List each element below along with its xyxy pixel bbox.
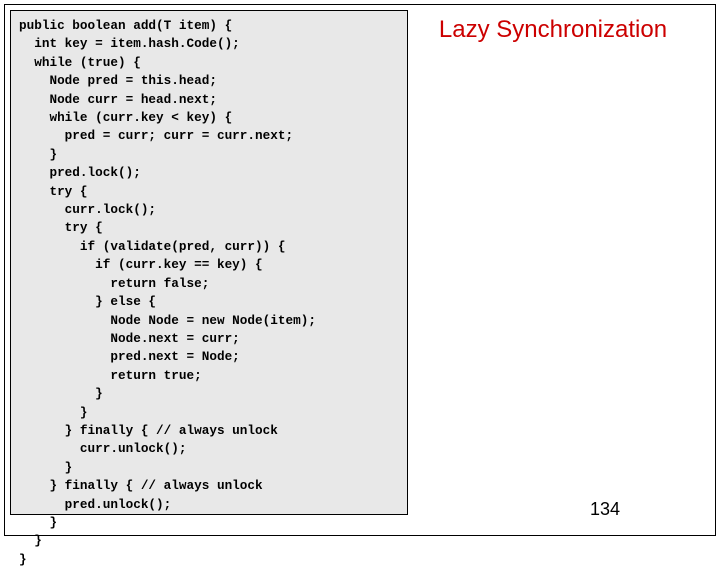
page-number: 134: [590, 499, 620, 520]
code-block: public boolean add(T item) { int key = i…: [19, 17, 399, 569]
slide-title: Lazy Synchronization: [408, 16, 698, 44]
code-panel: public boolean add(T item) { int key = i…: [10, 10, 408, 515]
